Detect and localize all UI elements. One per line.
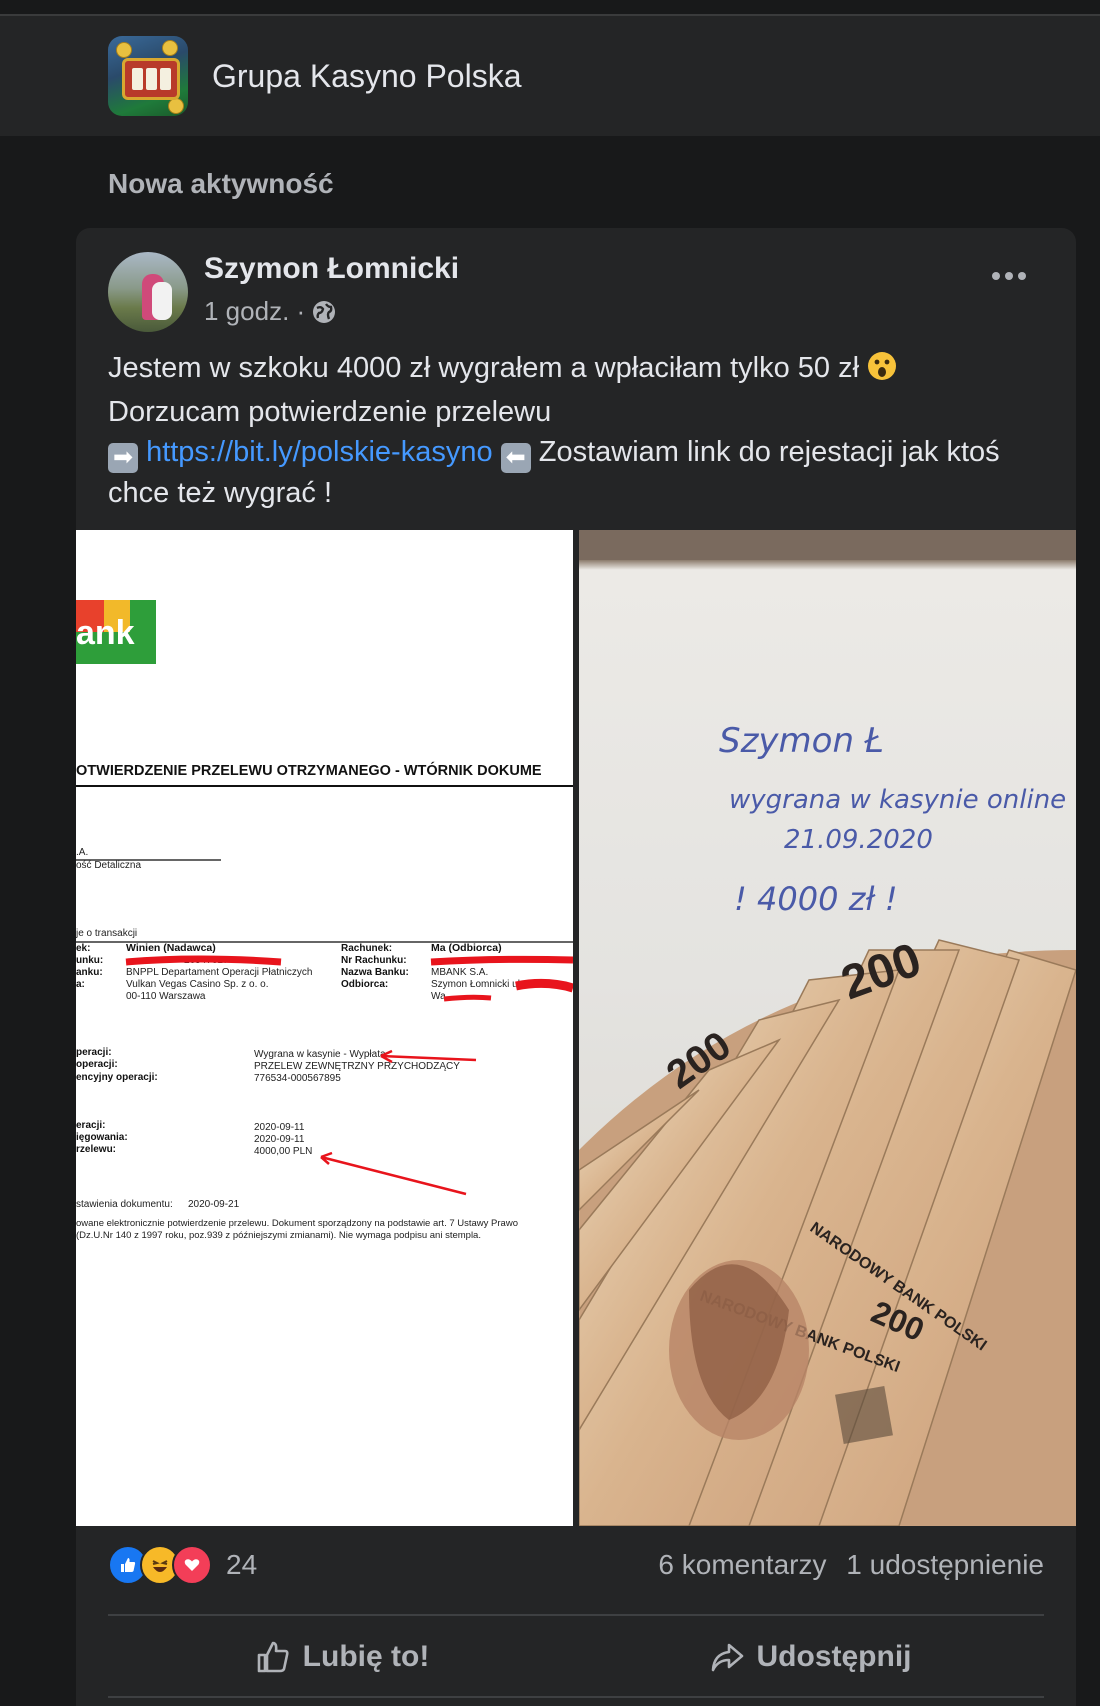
arrow-right-icon: ➡: [108, 443, 138, 473]
like-button[interactable]: Lubię to!: [108, 1626, 576, 1688]
document-title: OTWIERDZENIE PRZELEWU OTRZYMANEGO - WTÓR…: [76, 761, 542, 779]
svg-text:operacji:: operacji:: [76, 1059, 118, 1070]
svg-text:BNPPL Departament Operacji Pła: BNPPL Departament Operacji Płatniczych: [126, 967, 312, 978]
svg-text:anku:: anku:: [76, 967, 103, 978]
svg-text:Wygrana w kasynie - Wypłata: Wygrana w kasynie - Wypłata: [254, 1049, 386, 1060]
svg-text:ek:: ek:: [76, 943, 90, 954]
share-button[interactable]: Udostępnij: [576, 1626, 1044, 1688]
svg-text:2020-09-21: 2020-09-21: [188, 1199, 240, 1210]
svg-text:2020-09-11: 2020-09-11: [254, 1134, 305, 1145]
globe-icon: [313, 300, 336, 323]
handwriting-line1: Szymon Ł: [719, 721, 884, 761]
svg-text:Winien (Nadawca): Winien (Nadawca): [126, 942, 216, 954]
svg-text:Szymon Łomnicki ul.: Szymon Łomnicki ul.: [431, 979, 523, 990]
svg-text:rzelewu:: rzelewu:: [76, 1144, 116, 1155]
shares-count[interactable]: 1 udostępnienie: [846, 1549, 1044, 1580]
svg-text:776534-000567895: 776534-000567895: [254, 1073, 341, 1084]
author-avatar[interactable]: [108, 252, 188, 332]
arrow-left-icon: ⬅: [500, 443, 531, 473]
svg-text:PRZELEW ZEWNĘTRZNY PRZYCHODZĄC: PRZELEW ZEWNĘTRZNY PRZYCHODZĄCY: [254, 1061, 460, 1072]
author-name[interactable]: Szymon Łomnicki: [204, 252, 459, 286]
love-icon[interactable]: [172, 1545, 212, 1585]
group-avatar[interactable]: [108, 36, 188, 116]
post-meta: 1 godz. ·: [204, 296, 337, 327]
post-text-line2: Dorzucam potwierdzenie przelewu: [108, 396, 552, 428]
svg-text:Odbiorca:: Odbiorca:: [341, 979, 388, 990]
handwriting-line4: ! 4000 zł !: [734, 880, 898, 918]
svg-text:Ma (Odbiorca): Ma (Odbiorca): [431, 942, 502, 954]
post-stats: 24 6 komentarzy 1 udostępnienie: [108, 1540, 1044, 1590]
group-header[interactable]: Grupa Kasyno Polska: [0, 16, 1100, 136]
post-link[interactable]: https://bit.ly/polskie-kasyno: [146, 436, 493, 468]
svg-text:Wa: Wa: [431, 991, 446, 1002]
like-label: Lubię to!: [302, 1640, 430, 1673]
svg-text:Nazwa Banku:: Nazwa Banku:: [341, 967, 409, 978]
svg-text:stawienia dokumentu:: stawienia dokumentu:: [76, 1199, 173, 1210]
stats-divider: [108, 1614, 1044, 1616]
share-arrow-icon: [711, 1643, 743, 1672]
svg-text:encyjny operacji:: encyjny operacji:: [76, 1072, 158, 1083]
post-media[interactable]: ank OTWIERDZENIE PRZELEWU OTRZYMANEGO - …: [76, 530, 1076, 1526]
svg-text:eracji:: eracji:: [76, 1120, 105, 1131]
comments-count[interactable]: 6 komentarzy: [658, 1549, 826, 1580]
post-text-line1: Jestem w szkoku 4000 zł wygrałem a wpłac…: [108, 352, 860, 384]
banknotes-photo[interactable]: Szymon Ł wygrana w kasynie online 21.09.…: [579, 530, 1076, 1526]
comments-shares-count[interactable]: 6 komentarzy 1 udostępnienie: [658, 1549, 1044, 1581]
svg-text:Nr Rachunku:: Nr Rachunku:: [341, 955, 407, 966]
transfer-confirmation-image[interactable]: ank OTWIERDZENIE PRZELEWU OTRZYMANEGO - …: [76, 530, 573, 1526]
svg-text:peracji:: peracji:: [76, 1047, 112, 1058]
svg-text:Vulkan Vegas Casino Sp. z o. o: Vulkan Vegas Casino Sp. z o. o.: [126, 979, 269, 990]
svg-text:(Dz.U.Nr 140 z 1997 roku, poz.: (Dz.U.Nr 140 z 1997 roku, poz.939 z późn…: [76, 1230, 481, 1241]
svg-text:unku:: unku:: [76, 955, 103, 966]
casino-slot-machine-icon: [122, 58, 180, 100]
share-label: Udostępnij: [756, 1640, 912, 1673]
reactions-count[interactable]: 24: [226, 1549, 257, 1581]
svg-text:a:: a:: [76, 979, 85, 990]
more-options-button[interactable]: [992, 272, 1026, 280]
thumbs-up-icon: [257, 1641, 289, 1673]
post-actions: Lubię to! Udostępnij: [108, 1626, 1044, 1688]
handwriting-line3: 21.09.2020: [784, 825, 933, 855]
svg-text:00-110 Warszawa: 00-110 Warszawa: [126, 991, 206, 1002]
section-title: Nowa aktywność: [108, 168, 334, 199]
svg-text:Rachunek:: Rachunek:: [341, 943, 392, 954]
group-name[interactable]: Grupa Kasyno Polska: [212, 58, 522, 95]
svg-text:.A.: .A.: [76, 847, 88, 858]
svg-text:owane elektronicznie potwierdz: owane elektronicznie potwierdzenie przel…: [76, 1218, 518, 1229]
handwriting-line2: wygrana w kasynie online: [729, 785, 1066, 815]
post-text: Jestem w szkoku 4000 zł wygrałem a wpłac…: [108, 348, 1048, 513]
svg-text:4000,00 PLN: 4000,00 PLN: [254, 1146, 312, 1157]
surprised-emoji-icon: [867, 351, 897, 392]
svg-text:ięgowania:: ięgowania:: [76, 1132, 128, 1143]
bank-logo: ank: [76, 614, 135, 652]
svg-text:ość Detaliczna: ość Detaliczna: [76, 860, 141, 871]
svg-text:MBANK S.A.: MBANK S.A.: [431, 967, 488, 978]
post-card: Szymon Łomnicki 1 godz. · Jestem w szkok…: [76, 228, 1076, 1706]
bottom-divider: [108, 1696, 1044, 1698]
svg-text:je o transakcji: je o transakcji: [76, 928, 137, 939]
svg-text:2020-09-11: 2020-09-11: [254, 1122, 305, 1133]
post-time[interactable]: 1 godz. ·: [204, 296, 305, 327]
